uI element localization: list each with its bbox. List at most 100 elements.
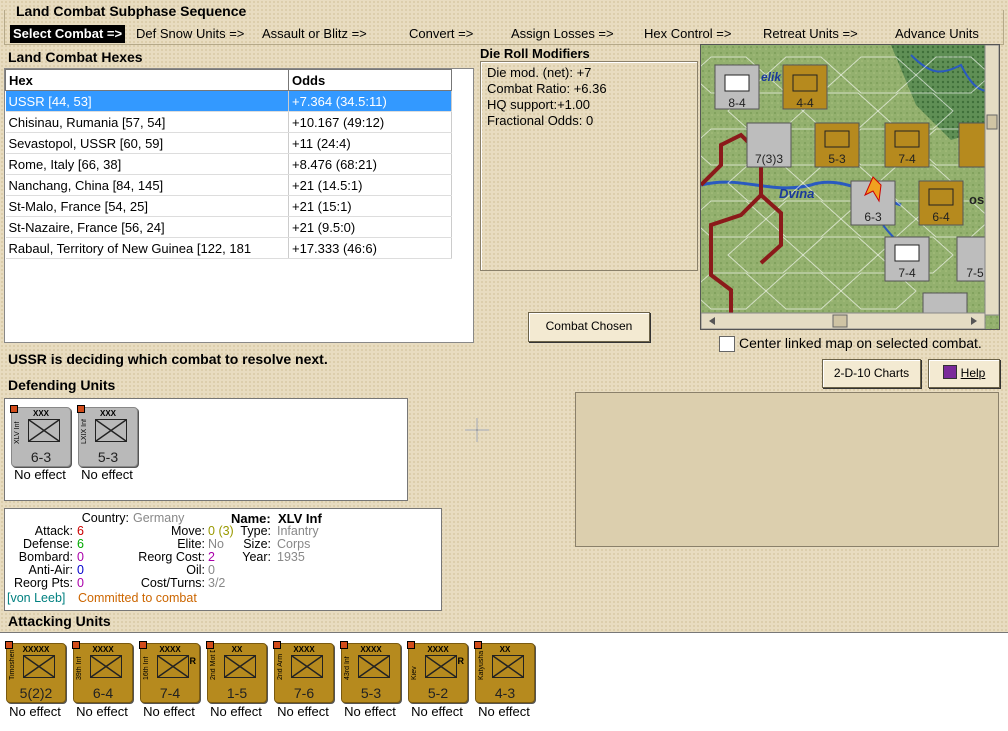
drm-title: Die Roll Modifiers — [480, 46, 590, 61]
hexes-title: Land Combat Hexes — [8, 49, 143, 65]
unit-counter[interactable]: XX Katyusha 4-3 — [474, 641, 535, 703]
map-terrain: 8-4 4-4 7(3)3 5-3 7-4 6-3 6-4 7-4 7-5 Dv… — [701, 45, 999, 329]
unit-counter[interactable]: XXXX 16th Inf R 7-4 — [139, 641, 200, 703]
svg-text:8-4: 8-4 — [728, 96, 746, 110]
svg-text:7-5: 7-5 — [966, 266, 984, 280]
move-extra: (3) — [218, 524, 234, 538]
col-header-hex[interactable]: Hex — [5, 69, 289, 91]
drm-hq-support: HQ support:+1.00 — [487, 97, 590, 112]
country-label: Country: — [81, 511, 129, 525]
phase-steps: Select Combat => Def Snow Units => Assau… — [8, 25, 1003, 43]
combat-info-panel — [575, 392, 999, 547]
unit-name: Timoshenko — [9, 650, 16, 680]
table-row[interactable]: USSR [44, 53] +7.364 (34.5:11) — [5, 90, 452, 112]
unit-strength: 5-2 — [427, 685, 449, 701]
drm-panel: Die mod. (net): +7 Combat Ratio: +6.36 H… — [480, 61, 698, 271]
combat-chosen-button[interactable]: Combat Chosen — [528, 312, 650, 342]
unit-name: 2nd Mot Div — [210, 650, 217, 680]
unit-type-icon — [425, 655, 457, 678]
unit-counter[interactable]: XXXX 43rd Inf 5-3 — [340, 641, 401, 703]
odds-cell: +10.167 (49:12) — [288, 111, 452, 133]
hq-name: [von Leeb] — [7, 591, 66, 605]
costturns-value: 3/2 — [208, 576, 226, 590]
help-label: Help — [960, 366, 986, 380]
committed-status: Committed to combat — [78, 591, 197, 605]
move-number: 0 — [208, 524, 215, 538]
hex-cell: Nanchang, China [84, 145] — [5, 174, 289, 196]
svg-text:7-4: 7-4 — [898, 152, 916, 166]
unit-type-icon — [23, 655, 55, 678]
unit-counter[interactable]: XXXX Kiev R 5-2 — [407, 641, 468, 703]
charts-button[interactable]: 2-D-10 Charts — [822, 359, 921, 388]
odds-cell: +8.476 (68:21) — [288, 153, 452, 175]
table-row[interactable]: Rabaul, Territory of New Guinea [122, 18… — [5, 237, 452, 259]
unit-effect: No effect — [14, 467, 66, 482]
unit-counter[interactable]: XXXXX Timoshenko 5(2)2 — [5, 641, 66, 703]
col-header-odds[interactable]: Odds — [288, 69, 452, 91]
phase-step-assault: Assault or Blitz => — [262, 26, 367, 41]
unit-name: 39th Inf — [76, 656, 83, 680]
unit-effect: No effect — [81, 467, 133, 482]
hex-cell: St-Nazaire, France [56, 24] — [5, 216, 289, 238]
reorgpts-value: 0 — [77, 576, 84, 590]
center-map-checkbox[interactable] — [719, 336, 735, 352]
phase-step-assign-losses: Assign Losses => — [511, 26, 614, 41]
table-row[interactable]: St-Nazaire, France [56, 24] +21 (9.5:0) — [5, 216, 452, 238]
unit-effect: No effect — [411, 704, 463, 719]
unit-strength: 4-3 — [494, 685, 516, 701]
phase-step-hex-control: Hex Control => — [644, 26, 732, 41]
infantry-icon — [28, 419, 60, 442]
odds-cell: +11 (24:4) — [288, 132, 452, 154]
river-label: Dvina — [779, 186, 814, 201]
hex-cell: Rome, Italy [66, 38] — [5, 153, 289, 175]
hex-cell: Sevastopol, USSR [60, 59] — [5, 132, 289, 154]
unit-strength: 5-3 — [360, 685, 382, 701]
unit-name: 16th Inf — [143, 656, 150, 680]
unit-strength: 7-6 — [293, 685, 315, 701]
phase-step-advance: Advance Units — [895, 26, 979, 41]
unit-effect: No effect — [210, 704, 262, 719]
status-message: USSR is deciding which combat to resolve… — [8, 351, 328, 367]
unit-type-icon — [492, 655, 524, 678]
linked-map[interactable]: 8-4 4-4 7(3)3 5-3 7-4 6-3 6-4 7-4 7-5 Dv… — [700, 44, 1000, 330]
costturns-label: Cost/Turns: — [140, 576, 205, 590]
unit-strength: 5(2)2 — [19, 685, 53, 701]
unit-strength: 6-4 — [92, 685, 114, 701]
unit-name: 43rd Inf — [344, 656, 351, 680]
phase-title: Land Combat Subphase Sequence — [16, 3, 247, 19]
table-row[interactable]: Nanchang, China [84, 145] +21 (14.5:1) — [5, 174, 452, 196]
table-row[interactable]: Chisinau, Rumania [57, 54] +10.167 (49:12… — [5, 111, 452, 133]
year-label: Year: — [242, 550, 271, 564]
reserve-marker: R — [189, 656, 197, 666]
defending-units-title: Defending Units — [8, 377, 116, 393]
unit-effect: No effect — [76, 704, 128, 719]
svg-text:4-4: 4-4 — [796, 96, 814, 110]
phase-step-select-combat[interactable]: Select Combat => — [10, 25, 126, 43]
table-row[interactable]: Rome, Italy [66, 38] +8.476 (68:21) — [5, 153, 452, 175]
svg-text:6-3: 6-3 — [864, 210, 882, 224]
hex-cell: St-Malo, France [54, 25] — [5, 195, 289, 217]
attacking-units-title: Attacking Units — [8, 613, 111, 629]
phase-step-retreat: Retreat Units => — [763, 26, 858, 41]
unit-strength: 7-4 — [159, 685, 181, 701]
crosshair-cursor-icon — [465, 418, 489, 442]
unit-counter[interactable]: XXX XLV Inf 6-3 — [10, 405, 71, 467]
table-row[interactable]: St-Malo, France [54, 25] +21 (15:1) — [5, 195, 452, 217]
odds-cell: +21 (15:1) — [288, 195, 452, 217]
drm-combat-ratio: Combat Ratio: +6.36 — [487, 81, 607, 96]
unit-counter[interactable]: XXX LXIX Inf 5-3 — [77, 405, 138, 467]
table-row[interactable]: Sevastopol, USSR [60, 59] +11 (24:4) — [5, 132, 452, 154]
help-button[interactable]: Help — [928, 359, 1000, 388]
unit-strength: 5-3 — [97, 449, 119, 465]
unit-counter[interactable]: XXXX 39th Inf 6-4 — [72, 641, 133, 703]
center-map-label: Center linked map on selected combat. — [739, 335, 982, 351]
unit-type-icon — [291, 655, 323, 678]
svg-text:7-4: 7-4 — [898, 266, 916, 280]
combat-hex-list[interactable]: Hex Odds USSR [44, 53] +7.364 (34.5:11) C… — [4, 68, 474, 343]
unit-strength: 1-5 — [226, 685, 248, 701]
unit-counter[interactable]: XX 2nd Mot Div 1-5 — [206, 641, 267, 703]
odds-cell: +17.333 (46:6) — [288, 237, 452, 259]
unit-strength: 6-3 — [30, 449, 52, 465]
phase-step-def-snow: Def Snow Units => — [136, 26, 245, 41]
unit-counter[interactable]: XXXX 2nd Arm 7-6 — [273, 641, 334, 703]
